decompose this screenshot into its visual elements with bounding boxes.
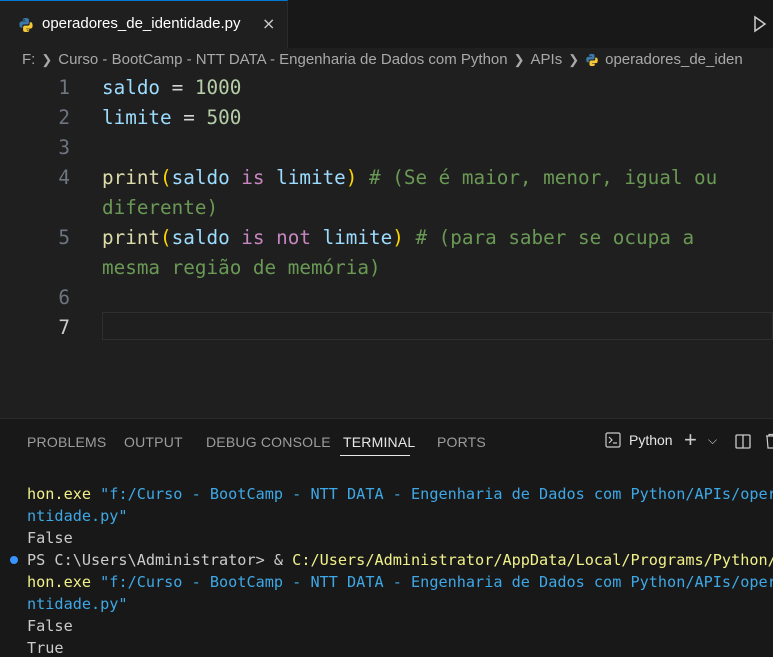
terminal-line: False	[27, 529, 73, 547]
line-number-active: 7	[58, 316, 70, 339]
python-file-icon	[19, 18, 33, 32]
run-play-icon[interactable]	[753, 15, 767, 33]
line-number: 2	[58, 106, 70, 129]
code-line: saldo = 1000	[102, 76, 242, 99]
panel-tabs: PROBLEMS OUTPUT DEBUG CONSOLE TERMINAL P…	[0, 419, 773, 463]
code-line: print(saldo is limite) # (Se é maior, me…	[102, 166, 718, 189]
line-number: 3	[58, 136, 70, 159]
chevron-right-icon: ❯	[513, 51, 525, 67]
terminal-profile-selector[interactable]: Python	[605, 432, 673, 448]
new-terminal-plus-icon[interactable]: +	[684, 427, 697, 453]
chevron-right-icon: ❯	[568, 51, 580, 67]
close-tab-icon[interactable]: ×	[262, 14, 275, 33]
editor-tab[interactable]: operadores_de_identidade.py ×	[0, 0, 288, 48]
line-number: 4	[58, 166, 70, 189]
terminal-line: ntidade.py"	[27, 595, 128, 613]
python-file-icon	[586, 53, 598, 66]
active-tab-indicator	[340, 455, 410, 456]
editor-tab-bar: operadores_de_identidade.py ×	[0, 0, 773, 49]
terminal-line: hon.exe "f:/Curso - BootCamp - NTT DATA …	[27, 573, 773, 591]
code-editor[interactable]: 1 2 3 4 5 6 7 saldo = 1000 limite = 500 …	[0, 74, 773, 418]
split-terminal-icon[interactable]	[735, 434, 751, 449]
breadcrumb: F: ❯ Curso - BootCamp - NTT DATA - Engen…	[0, 48, 773, 74]
line-number: 1	[58, 76, 70, 99]
trash-icon[interactable]	[765, 433, 773, 449]
code-line: print(saldo is not limite) # (para saber…	[102, 226, 695, 249]
terminal-line: hon.exe "f:/Curso - BootCamp - NTT DATA …	[27, 485, 773, 503]
code-line-wrap: mesma região de memória)	[102, 256, 381, 279]
chevron-right-icon: ❯	[41, 51, 53, 67]
breadcrumb-file[interactable]: operadores_de_iden	[605, 51, 743, 68]
command-decoration-dot[interactable]	[10, 556, 18, 564]
terminal-line: True	[27, 639, 64, 657]
terminal-line: False	[27, 617, 73, 635]
line-number: 6	[58, 286, 70, 309]
terminal-profile-label: Python	[629, 432, 673, 448]
breadcrumb-folder-course[interactable]: Curso - BootCamp - NTT DATA - Engenharia…	[58, 51, 507, 68]
chevron-down-icon[interactable]: ⌵	[708, 433, 717, 448]
breadcrumb-drive[interactable]: F:	[22, 51, 35, 68]
tab-ports[interactable]: PORTS	[437, 434, 486, 450]
terminal-line: PS C:\Users\Administrator> & C:/Users/Ad…	[27, 551, 773, 569]
tab-terminal[interactable]: TERMINAL	[343, 434, 415, 450]
terminal-icon	[605, 432, 621, 448]
breadcrumb-folder-apis[interactable]: APIs	[531, 51, 563, 68]
line-number: 5	[58, 226, 70, 249]
tab-output[interactable]: OUTPUT	[124, 434, 183, 450]
code-line-wrap: diferente)	[102, 196, 219, 219]
tab-problems[interactable]: PROBLEMS	[27, 434, 106, 450]
bottom-panel: PROBLEMS OUTPUT DEBUG CONSOLE TERMINAL P…	[0, 418, 773, 657]
current-line-highlight	[102, 312, 773, 340]
terminal-line: ntidade.py"	[27, 507, 128, 525]
code-line: limite = 500	[102, 106, 242, 129]
tab-filename: operadores_de_identidade.py	[42, 15, 241, 32]
tab-debug-console[interactable]: DEBUG CONSOLE	[206, 434, 331, 450]
